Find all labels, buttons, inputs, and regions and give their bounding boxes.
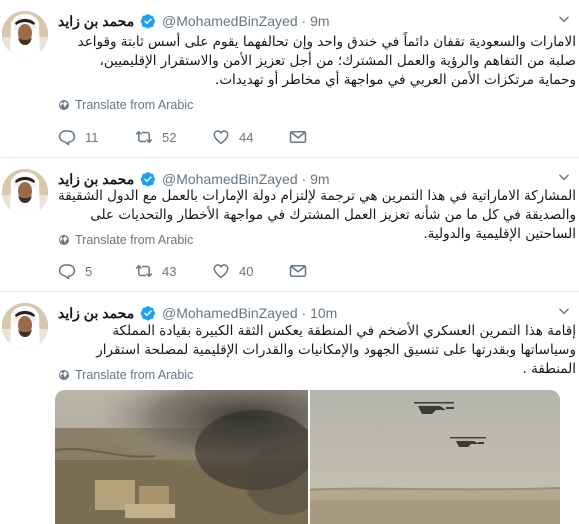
tweet[interactable]: محمد بن زايد @MohamedBinZayed · 9m الاما… (0, 0, 579, 158)
translate-label: Translate from Arabic (75, 368, 194, 382)
avatar[interactable] (2, 169, 48, 215)
avatar[interactable] (2, 303, 48, 349)
retweet-icon (135, 128, 153, 146)
separator: · (301, 305, 307, 321)
timestamp[interactable]: 10m (310, 305, 337, 321)
direct-message-icon (289, 128, 307, 146)
like-count: 40 (239, 263, 254, 279)
user-handle[interactable]: @MohamedBinZayed (162, 13, 298, 29)
direct-message-icon (289, 262, 307, 280)
display-name[interactable]: محمد بن زايد (58, 305, 134, 321)
tweet-actions: 11 52 44 (58, 128, 316, 146)
chevron-down-icon[interactable] (557, 170, 571, 184)
tweet-text: الامارات والسعودية تقفان دائماً في خندق … (77, 34, 576, 88)
verified-badge-icon (140, 13, 156, 29)
direct-message-button[interactable] (289, 262, 316, 280)
retweet-button[interactable]: 52 (135, 128, 212, 146)
tweet-header: محمد بن زايد @MohamedBinZayed · 10m (58, 303, 558, 323)
retweet-count: 43 (162, 263, 177, 279)
like-button[interactable]: 40 (212, 262, 289, 280)
like-count: 44 (239, 129, 254, 145)
translate-label: Translate from Arabic (75, 98, 194, 112)
globe-icon (58, 234, 70, 246)
verified-badge-icon (140, 305, 156, 321)
globe-icon (58, 99, 70, 111)
retweet-count: 52 (162, 129, 177, 145)
like-icon (212, 262, 230, 280)
user-handle[interactable]: @MohamedBinZayed (162, 305, 298, 321)
reply-button[interactable]: 11 (58, 128, 135, 146)
tweet[interactable]: محمد بن زايد @MohamedBinZayed · 10m إقام… (0, 292, 579, 524)
tweet[interactable]: محمد بن زايد @MohamedBinZayed · 9m المشا… (0, 158, 579, 292)
media-photo-exercise-ground[interactable] (55, 390, 308, 524)
reply-icon (58, 128, 76, 146)
translate-link[interactable]: Translate from Arabic (58, 367, 193, 383)
avatar[interactable] (2, 11, 48, 57)
tweet-actions: 5 43 40 (58, 262, 316, 280)
direct-message-button[interactable] (289, 128, 316, 146)
media-photo-helicopters[interactable] (310, 390, 560, 524)
globe-icon (58, 369, 70, 381)
chevron-down-icon[interactable] (557, 12, 571, 26)
display-name[interactable]: محمد بن زايد (58, 13, 134, 29)
reply-count: 5 (85, 263, 93, 279)
timestamp[interactable]: 9m (310, 13, 329, 29)
timestamp[interactable]: 9m (310, 171, 329, 187)
translate-label: Translate from Arabic (75, 233, 194, 247)
reply-button[interactable]: 5 (58, 262, 135, 280)
separator: · (301, 13, 307, 29)
separator: · (301, 171, 307, 187)
tweet-header: محمد بن زايد @MohamedBinZayed · 9m (58, 169, 558, 189)
translate-link[interactable]: Translate from Arabic (58, 232, 193, 248)
tweet-media (55, 390, 560, 524)
display-name[interactable]: محمد بن زايد (58, 171, 134, 187)
reply-icon (58, 262, 76, 280)
tweet-header: محمد بن زايد @MohamedBinZayed · 9m (58, 11, 558, 31)
like-button[interactable]: 44 (212, 128, 289, 146)
chevron-down-icon[interactable] (557, 304, 571, 318)
like-icon (212, 128, 230, 146)
verified-badge-icon (140, 171, 156, 187)
translate-link[interactable]: Translate from Arabic (58, 97, 193, 113)
retweet-button[interactable]: 43 (135, 262, 212, 280)
user-handle[interactable]: @MohamedBinZayed (162, 171, 298, 187)
reply-count: 11 (85, 129, 99, 145)
retweet-icon (135, 262, 153, 280)
